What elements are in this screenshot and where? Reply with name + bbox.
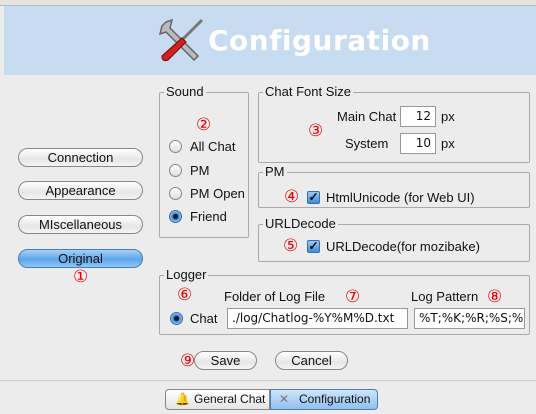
sound-title: Sound bbox=[164, 84, 206, 99]
htmlunicode-label: HtmlUnicode (for Web UI) bbox=[326, 190, 475, 205]
marker-9: ⑨ bbox=[180, 351, 196, 370]
bell-icon: 🔔 bbox=[175, 392, 190, 406]
radio-label: PM Open bbox=[190, 186, 245, 201]
unit-label: px bbox=[441, 109, 455, 124]
pattern-label: Log Pattern bbox=[411, 289, 479, 304]
wrench-screwdriver-icon bbox=[158, 18, 204, 62]
cancel-button[interactable]: Cancel bbox=[275, 351, 348, 370]
marker-4: ④ bbox=[284, 187, 300, 206]
pm-title: PM bbox=[263, 164, 287, 179]
sidebar-item-miscellaneous[interactable]: MIscellaneous bbox=[18, 215, 143, 234]
tab-label: Configuration bbox=[299, 392, 371, 406]
marker-6: ⑥ bbox=[177, 285, 193, 304]
urldecode-checkbox[interactable]: ✓ bbox=[307, 240, 320, 253]
sidebar-item-original[interactable]: Original bbox=[18, 249, 143, 268]
tab-general-chat[interactable]: 🔔 General Chat bbox=[165, 389, 270, 410]
folder-label: Folder of Log File bbox=[224, 289, 326, 304]
logger-chat-radio[interactable] bbox=[170, 312, 183, 325]
divider bbox=[0, 380, 536, 381]
htmlunicode-checkbox[interactable]: ✓ bbox=[307, 191, 320, 204]
log-pattern-input[interactable]: %T;%K;%R;%S;%M bbox=[414, 308, 525, 329]
radio-all-chat[interactable] bbox=[169, 140, 182, 153]
wrench-screwdriver-icon: ✕ bbox=[279, 392, 290, 406]
main-chat-label: Main Chat bbox=[337, 109, 397, 124]
sidebar-item-appearance[interactable]: Appearance bbox=[18, 181, 143, 200]
save-button[interactable]: Save bbox=[194, 351, 257, 370]
font-size-title: Chat Font Size bbox=[263, 84, 353, 99]
radio-label: All Chat bbox=[190, 139, 236, 154]
radio-pm[interactable] bbox=[169, 164, 182, 177]
system-size-input[interactable]: 10 bbox=[400, 133, 436, 154]
marker-8: ⑧ bbox=[487, 287, 503, 306]
system-label: System bbox=[345, 136, 389, 151]
urldecode-label: URLDecode(for mozibake) bbox=[326, 239, 480, 254]
chat-font-size-group: Chat Font Size bbox=[258, 84, 530, 163]
main-chat-size-input[interactable]: 12 bbox=[400, 106, 436, 127]
tab-configuration[interactable]: ✕ Configuration bbox=[270, 389, 378, 410]
radio-label: Friend bbox=[190, 209, 227, 224]
marker-5: ⑤ bbox=[283, 236, 299, 255]
page-title: Configuration bbox=[208, 24, 431, 57]
logger-chat-label: Chat bbox=[190, 311, 218, 326]
marker-3: ③ bbox=[308, 121, 324, 140]
log-folder-input[interactable]: ./log/Chatlog-%Y%M%D.txt bbox=[227, 308, 408, 329]
logger-title: Logger bbox=[164, 267, 209, 282]
radio-pm-open[interactable] bbox=[169, 187, 182, 200]
unit-label: px bbox=[441, 136, 455, 151]
marker-7: ⑦ bbox=[345, 287, 361, 306]
sidebar-item-connection[interactable]: Connection bbox=[18, 148, 143, 167]
urldecode-title: URLDecode bbox=[263, 216, 338, 231]
tab-label: General Chat bbox=[194, 392, 266, 406]
radio-friend[interactable] bbox=[169, 210, 182, 223]
marker-1: ① bbox=[73, 267, 89, 286]
radio-label: PM bbox=[190, 163, 210, 178]
marker-2: ② bbox=[196, 115, 212, 134]
